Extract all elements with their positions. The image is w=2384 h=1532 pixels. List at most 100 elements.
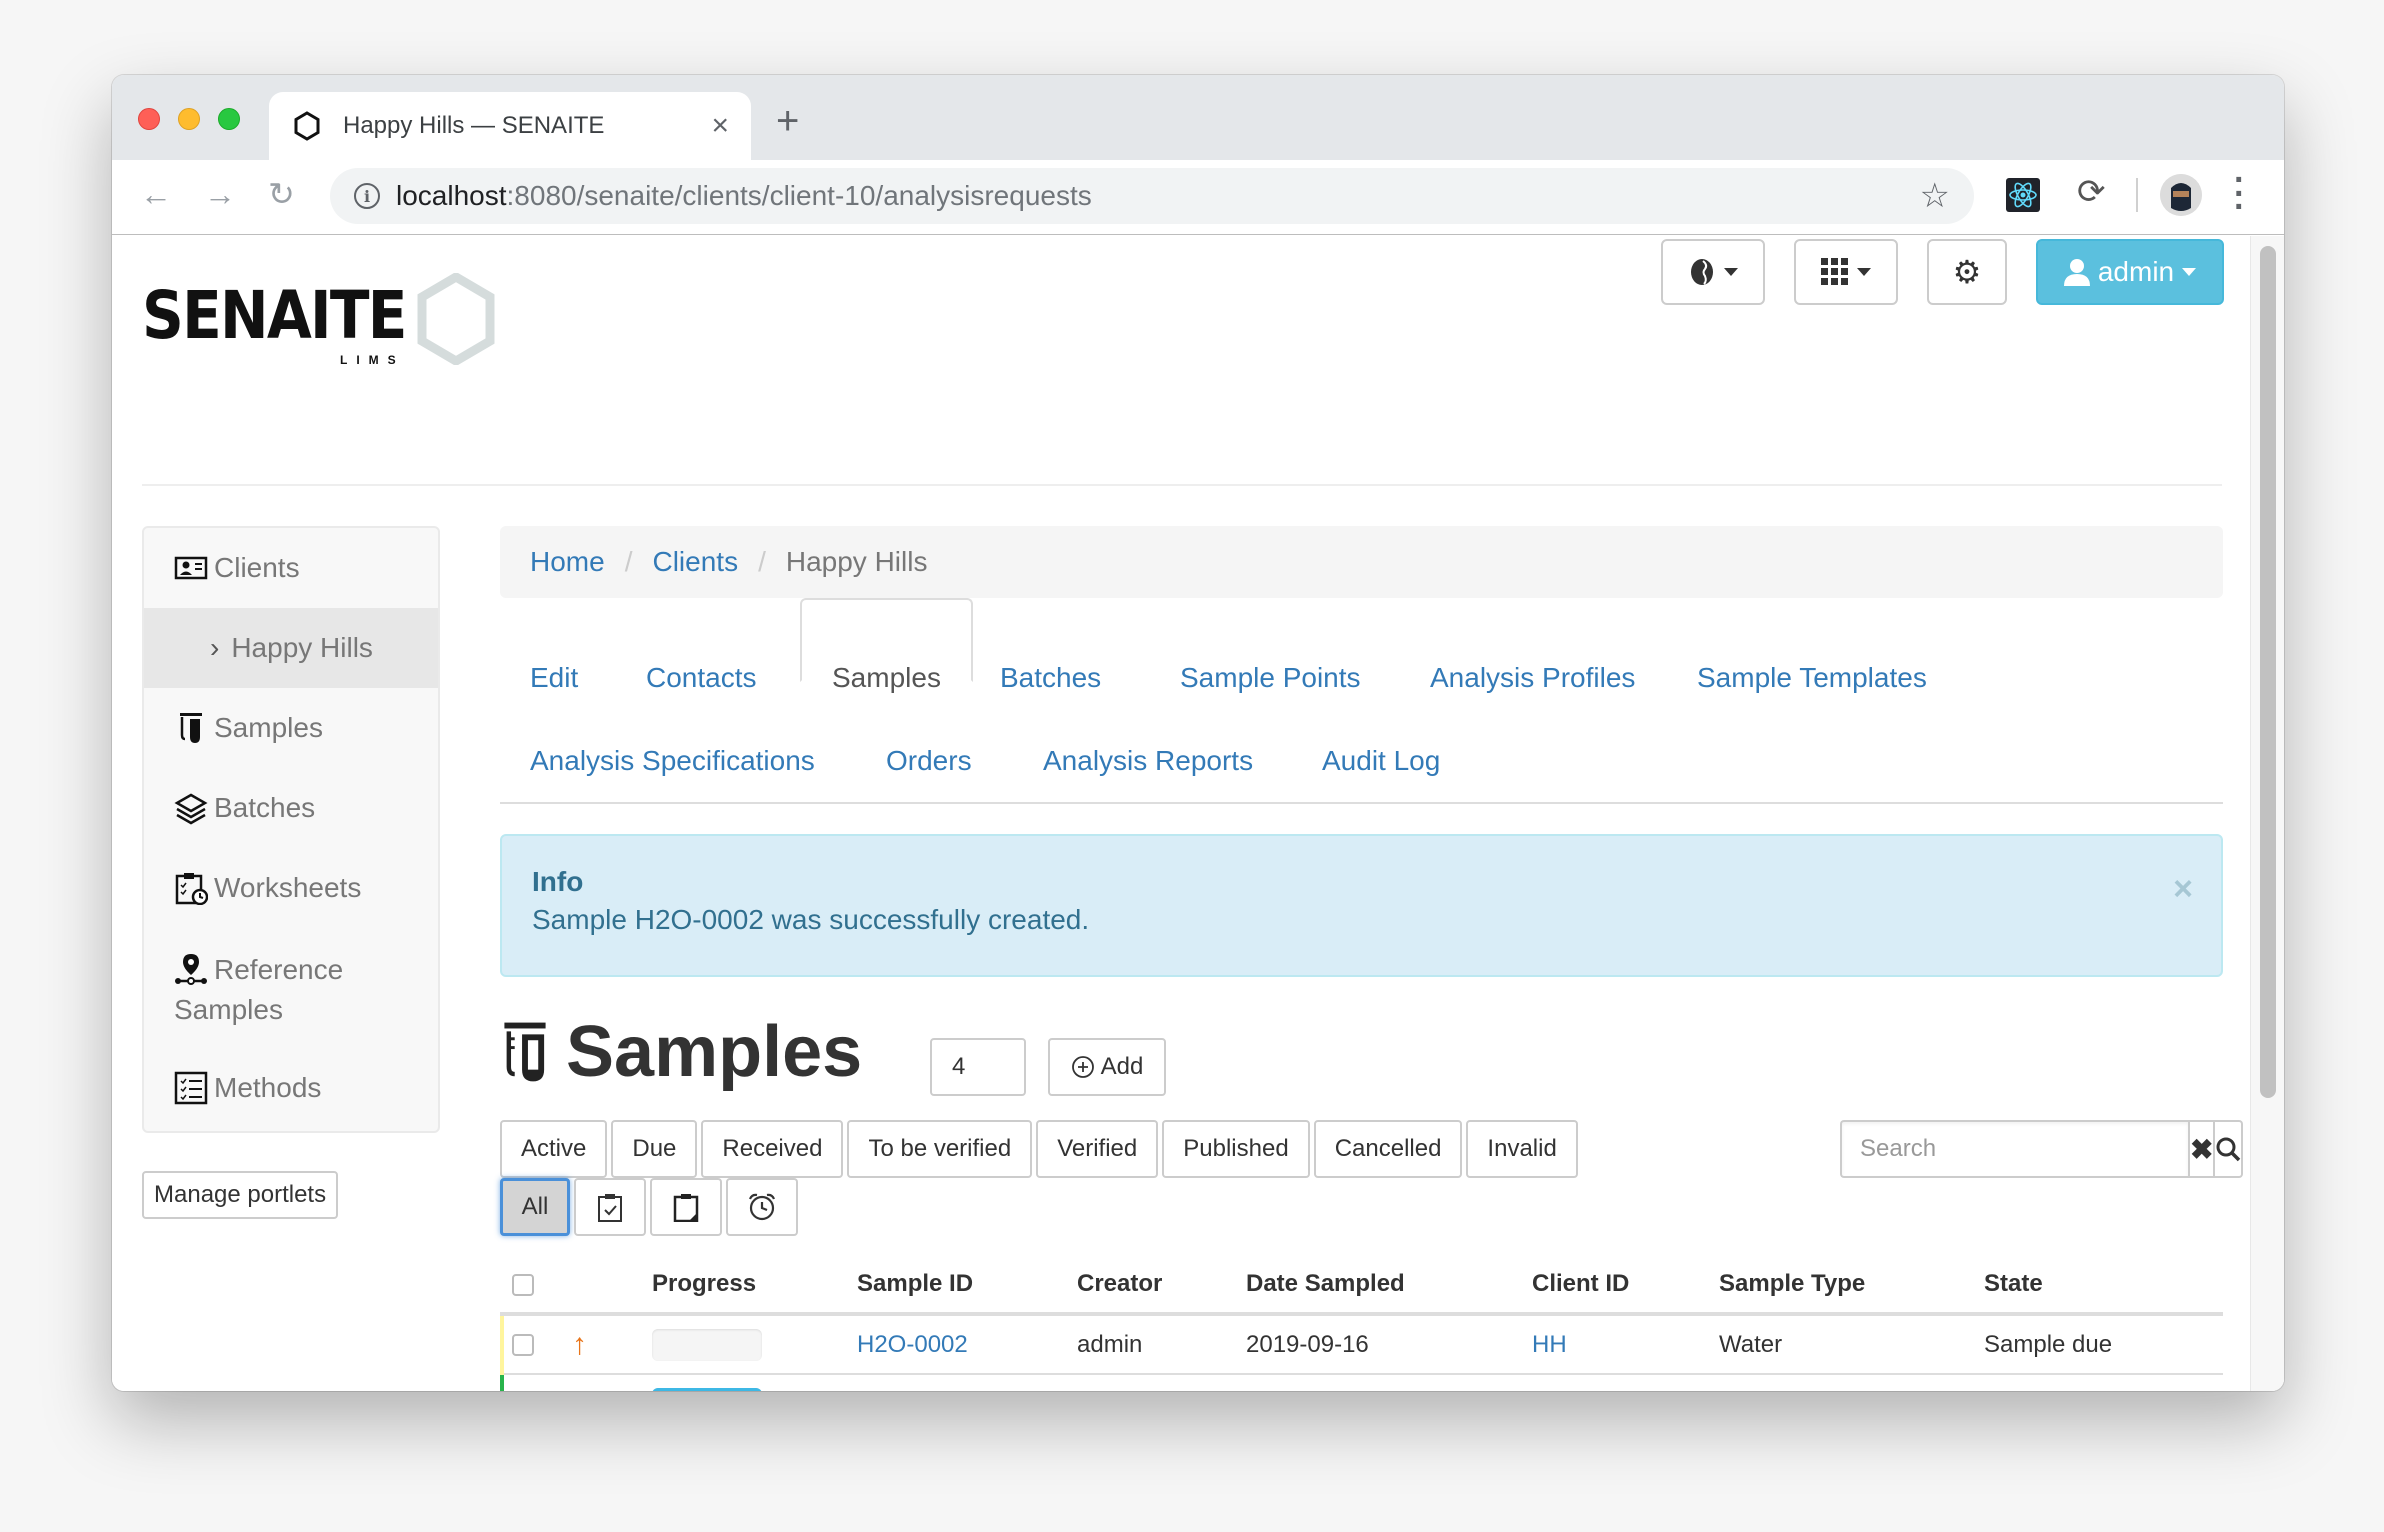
search-input[interactable] [1840, 1120, 2188, 1178]
manage-portlets-button[interactable]: Manage portlets [142, 1171, 339, 1219]
tab-contacts[interactable]: Contacts [616, 646, 787, 710]
client-card-icon [174, 556, 208, 580]
review-state-filters: Active Due Received To be verified Verif… [500, 1120, 1578, 1178]
filter-due[interactable]: Due [611, 1120, 698, 1178]
sidebar-item-worksheets[interactable]: Worksheets [144, 868, 438, 908]
client-id-link[interactable]: HH [1532, 1390, 1567, 1391]
tab-samples[interactable]: Samples [800, 598, 973, 693]
column-header-state[interactable]: State [1984, 1256, 2223, 1316]
column-header-date-sampled[interactable]: Date Sampled [1246, 1256, 1532, 1316]
tab-analysis-reports[interactable]: Analysis Reports [1013, 729, 1283, 793]
bookmark-star-icon[interactable]: ☆ [1920, 176, 1950, 216]
content-tabs: Edit Contacts Samples Batches Sample Poi… [500, 598, 2223, 804]
tab-sample-points[interactable]: Sample Points [1150, 646, 1391, 710]
sample-id-link[interactable]: H2O-0002 [857, 1331, 968, 1358]
select-all-checkbox[interactable] [512, 1273, 534, 1296]
user-icon [2063, 259, 2090, 286]
site-info-icon[interactable]: i [354, 183, 380, 209]
tab-orders[interactable]: Orders [856, 729, 1002, 793]
filter-active[interactable]: Active [500, 1120, 608, 1178]
creator-cell: admin [1077, 1314, 1246, 1375]
column-header-sample-type[interactable]: Sample Type [1719, 1256, 1984, 1316]
progress-bar [652, 1328, 762, 1361]
breadcrumb-home[interactable]: Home [530, 546, 605, 578]
date-sampled-cell: 2019-09-16 [1246, 1314, 1532, 1375]
layers-icon [174, 793, 208, 825]
client-id-link[interactable]: HH [1532, 1331, 1567, 1358]
address-bar[interactable]: i localhost:8080/senaite/clients/client-… [330, 168, 1974, 224]
filter-verified[interactable]: Verified [1036, 1120, 1159, 1178]
sidebar-item-methods[interactable]: Methods [144, 1068, 438, 1108]
sidebar-item-clients[interactable]: Clients [144, 548, 438, 588]
maximize-window-button[interactable] [218, 108, 240, 130]
search-group: ✖ [1840, 1120, 2244, 1178]
browser-menu-icon[interactable]: · · · [2234, 163, 2245, 224]
sidebar-item-happy-hills[interactable]: › Happy Hills [144, 608, 438, 688]
close-icon[interactable]: × [2173, 870, 2193, 909]
priority-arrow-icon: ↑ [572, 1387, 587, 1391]
filter-late[interactable] [726, 1178, 798, 1236]
filter-to-be-verified[interactable]: To be verified [847, 1120, 1033, 1178]
profile-avatar-icon[interactable] [2160, 174, 2202, 216]
filter-received[interactable]: Received [701, 1120, 844, 1178]
add-sample-button[interactable]: Add [1048, 1038, 1166, 1096]
browser-window: Happy Hills — SENAITE × + ← → ↻ i localh… [112, 75, 2284, 1391]
review-state-filters-row2: All [500, 1178, 798, 1236]
tab-analysis-profiles[interactable]: Analysis Profiles [1400, 646, 1665, 710]
url-text[interactable]: localhost:8080/senaite/clients/client-10… [396, 180, 1920, 212]
sample-id-link[interactable]: H2O-0001 [857, 1390, 968, 1391]
filter-unassigned[interactable] [650, 1178, 722, 1236]
filter-invalid[interactable]: Invalid [1466, 1120, 1578, 1178]
filter-cancelled[interactable]: Cancelled [1313, 1120, 1463, 1178]
user-menu-button[interactable]: admin [2036, 239, 2224, 305]
settings-button[interactable]: ⚙ [1927, 239, 2007, 305]
browser-tab-strip: Happy Hills — SENAITE × + [112, 75, 2284, 160]
chevron-right-icon: › [210, 632, 220, 663]
tab-edit[interactable]: Edit [500, 646, 608, 710]
column-header-progress[interactable]: Progress [652, 1256, 857, 1316]
react-devtools-extension-icon[interactable] [2006, 178, 2040, 212]
senaite-logo[interactable]: SENAITE LIMS [142, 271, 502, 371]
breadcrumb-current: Happy Hills [785, 546, 928, 577]
tab-batches[interactable]: Batches [970, 646, 1131, 710]
close-icon: ✖ [2190, 1133, 2214, 1165]
add-count-input[interactable] [930, 1038, 1026, 1096]
column-header-creator[interactable]: Creator [1077, 1256, 1246, 1316]
minimize-window-button[interactable] [178, 108, 200, 130]
breadcrumb-clients[interactable]: Clients [652, 546, 738, 578]
column-header-sample-id[interactable]: Sample ID [857, 1256, 1077, 1316]
tab-audit-log[interactable]: Audit Log [1292, 729, 1470, 793]
clear-search-button[interactable]: ✖ [2188, 1120, 2216, 1178]
breadcrumb-separator: / [624, 546, 633, 577]
new-tab-button[interactable]: + [776, 99, 799, 144]
browser-tab[interactable]: Happy Hills — SENAITE × [269, 92, 751, 160]
row-checkbox[interactable] [512, 1334, 534, 1357]
filter-assigned[interactable] [574, 1178, 646, 1236]
priority-column-header [572, 1256, 652, 1316]
tab-analysis-specifications[interactable]: Analysis Specifications [500, 729, 845, 793]
sync-extension-icon[interactable]: ⟳ [2077, 172, 2106, 212]
page-scrollbar[interactable] [2250, 236, 2284, 1391]
table-row[interactable]: ↑ H2O-0002 admin 2019-09-16 HH Water Sam… [500, 1314, 2223, 1375]
table-row[interactable]: ↑ 100% H2O-0001 admin 2019-09-16 HH Wate… [500, 1374, 2223, 1391]
creator-cell: admin [1077, 1374, 1246, 1391]
filter-all[interactable]: All [500, 1178, 570, 1236]
sidebar-item-samples[interactable]: Samples [144, 708, 438, 748]
forward-arrow-icon[interactable]: → [204, 178, 236, 210]
close-window-button[interactable] [138, 108, 160, 130]
scrollbar-thumb[interactable] [2260, 246, 2276, 1098]
alarm-clock-icon [748, 1193, 776, 1221]
apps-menu-button[interactable] [1794, 239, 1898, 305]
sidebar-item-batches[interactable]: Batches [144, 788, 438, 828]
close-tab-icon[interactable]: × [711, 111, 729, 141]
reload-icon[interactable]: ↻ [268, 178, 295, 210]
url-path: :8080/senaite/clients/client-10/analysis… [506, 180, 1092, 211]
sidebar-item-label: Worksheets [214, 872, 362, 903]
filter-published[interactable]: Published [1162, 1120, 1310, 1178]
back-arrow-icon[interactable]: ← [140, 178, 172, 210]
search-button[interactable] [2215, 1120, 2244, 1178]
sidebar-item-reference-samples[interactable]: Reference Samples [144, 948, 404, 1030]
tab-sample-templates[interactable]: Sample Templates [1667, 646, 1957, 710]
language-menu-button[interactable] [1661, 239, 1765, 305]
column-header-client-id[interactable]: Client ID [1532, 1256, 1719, 1316]
